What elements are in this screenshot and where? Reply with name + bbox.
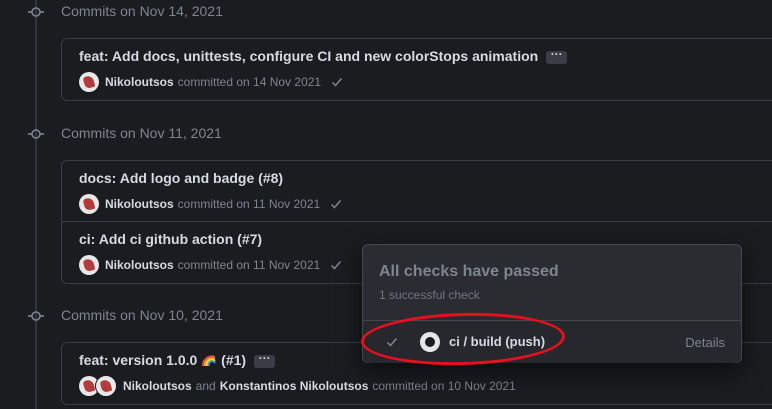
commit-row: docs: Add logo and badge (#8) Nikoloutso… [62, 161, 772, 221]
check-run-name: ci / build (push) [449, 334, 546, 349]
details-link[interactable]: Details [685, 335, 725, 350]
commit-meta: Nikoloutsos committed on 14 Nov 2021 [79, 72, 343, 92]
commit-action-text: committed on 11 Nov 2021 [177, 258, 321, 272]
author-link[interactable]: Nikoloutsos [105, 258, 174, 272]
pr-link[interactable]: #1 [226, 352, 242, 368]
avatar[interactable] [79, 72, 99, 92]
check-icon[interactable] [330, 259, 342, 271]
commit-action-text: committed on 14 Nov 2021 [177, 75, 322, 89]
check-run-row[interactable]: ci / build (push) Details [363, 320, 741, 363]
commit-title-text[interactable]: feat: Add docs, unittests, configure CI … [79, 48, 538, 64]
expand-message-button[interactable]: ··· [546, 48, 568, 64]
expand-message-button[interactable]: ··· [254, 352, 276, 368]
rainbow-emoji-icon [202, 355, 217, 366]
commit-title-link[interactable]: feat: version 1.0.0 (#1) ··· [79, 352, 276, 368]
commit-node-icon [28, 7, 44, 17]
commit-group-title: Commits on Nov 11, 2021 [61, 125, 222, 141]
commit-list-card: feat: Add docs, unittests, configure CI … [61, 38, 772, 101]
avatar[interactable] [95, 375, 117, 397]
commit-node-icon [28, 311, 44, 321]
commit-title-link[interactable]: ci: Add ci github action (#7) [79, 231, 262, 247]
commit-group-header: Commits on Nov 11, 2021 [0, 122, 772, 146]
pr-link[interactable]: #8 [263, 170, 279, 186]
check-icon[interactable] [331, 76, 343, 88]
commit-meta: Nikoloutsos committed on 11 Nov 2021 [79, 194, 342, 214]
commit-title-link[interactable]: feat: Add docs, unittests, configure CI … [79, 48, 568, 64]
timeline-line [35, 0, 37, 409]
author-link[interactable]: Nikoloutsos [105, 75, 174, 89]
pr-link[interactable]: #7 [242, 231, 258, 247]
commit-title-link[interactable]: docs: Add logo and badge (#8) [79, 170, 283, 186]
check-icon[interactable] [330, 198, 342, 210]
avatar[interactable] [79, 194, 99, 214]
author-link[interactable]: Nikoloutsos [123, 379, 192, 393]
commit-title-end: ) [278, 170, 284, 186]
commit-title-text[interactable]: ci: Add ci github action ( [79, 231, 242, 247]
commit-action-text: committed on 10 Nov 2021 [372, 379, 516, 393]
commit-title-middle: ( [217, 352, 226, 368]
commit-action-text: committed on 11 Nov 2021 [177, 197, 321, 211]
checks-popover-subtitle: 1 successful check [379, 288, 480, 302]
checks-popover: All checks have passed 1 successful chec… [362, 244, 742, 363]
author-link[interactable]: Nikoloutsos [105, 197, 174, 211]
commit-group-title: Commits on Nov 10, 2021 [61, 307, 223, 323]
commit-group-header: Commits on Nov 14, 2021 [0, 0, 772, 24]
commit-title-end: ) [257, 231, 263, 247]
commit-meta: Nikoloutsos committed on 11 Nov 2021 [79, 255, 342, 275]
check-icon [386, 338, 398, 347]
commit-row: feat: Add docs, unittests, configure CI … [62, 39, 772, 99]
commit-meta: Nikoloutsos and Konstantinos Nikoloutsos… [79, 375, 520, 397]
commit-title-end: ) [241, 352, 247, 368]
commit-group-title: Commits on Nov 14, 2021 [61, 3, 223, 19]
checks-popover-title: All checks have passed [379, 263, 559, 280]
commit-title-text[interactable]: feat: version 1.0.0 [79, 352, 197, 368]
commit-title-text[interactable]: docs: Add logo and badge ( [79, 170, 263, 186]
github-icon [420, 332, 440, 352]
commit-node-icon [28, 129, 44, 139]
and-text: and [195, 379, 216, 393]
avatar[interactable] [79, 255, 99, 275]
coauthor-link[interactable]: Konstantinos Nikoloutsos [220, 379, 369, 393]
